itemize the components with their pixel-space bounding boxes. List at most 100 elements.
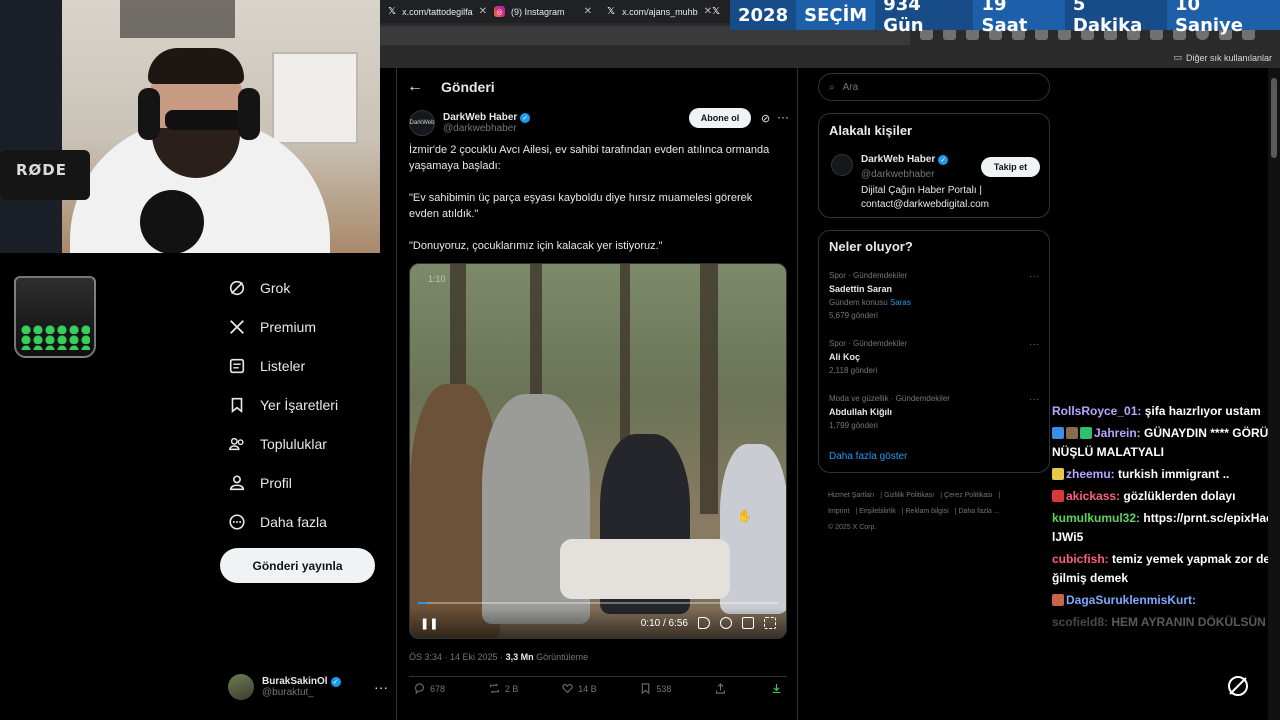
author-name[interactable]: DarkWeb Haber bbox=[443, 112, 517, 123]
headphone-right bbox=[238, 88, 260, 140]
chat-username[interactable]: zheemu: bbox=[1066, 467, 1115, 481]
avatar[interactable] bbox=[831, 154, 853, 176]
post-text: İzmir'de 2 çocuklu Avcı Ailesi, ev sahib… bbox=[409, 142, 784, 270]
chat-message: kumulkumul32: https://prnt.sc/epixHaelJW… bbox=[1052, 509, 1274, 547]
main-column: ← Gönderi DarkWeb DarkWeb Haber ✓ @darkwe… bbox=[396, 68, 798, 720]
nav-item-profile[interactable]: Profil bbox=[220, 463, 390, 502]
like-button[interactable]: 14 B bbox=[561, 682, 597, 695]
share-button[interactable] bbox=[714, 682, 727, 695]
scrollbar-thumb[interactable] bbox=[1271, 78, 1277, 158]
page-scrollbar[interactable] bbox=[1268, 68, 1280, 720]
mouse-cursor-icon: ✋ bbox=[737, 509, 752, 523]
settings-gear-icon[interactable] bbox=[720, 617, 732, 629]
countdown-days: 934 Gün bbox=[875, 0, 974, 36]
subscribe-button[interactable]: Abone ol bbox=[689, 108, 751, 128]
search-placeholder: Ara bbox=[842, 81, 859, 93]
browser-tab[interactable]: 𝕏 x.com/tattodegilfa ✕ bbox=[382, 2, 487, 21]
account-name: BurakSakinOl bbox=[262, 676, 328, 687]
chat-username[interactable]: Jahrein: bbox=[1094, 426, 1141, 440]
view-label: Görüntüleme bbox=[536, 652, 589, 662]
nav-item-lists[interactable]: Listeler bbox=[220, 346, 390, 385]
streamer-hair bbox=[148, 48, 244, 84]
footer-link[interactable]: Gizlilik Politikası bbox=[884, 492, 934, 499]
search-input[interactable]: ⌕ Ara bbox=[818, 73, 1050, 101]
video-progress-bar[interactable] bbox=[418, 602, 778, 604]
chat-username[interactable]: cubicfish: bbox=[1052, 552, 1109, 566]
nav-item-grok[interactable]: Grok bbox=[220, 268, 390, 307]
relevant-name[interactable]: DarkWeb Haber bbox=[861, 154, 935, 165]
post-button[interactable]: Gönderi yayınla bbox=[220, 548, 375, 583]
chat-message: zheemu: turkish immigrant .. bbox=[1052, 465, 1274, 484]
author-avatar[interactable]: DarkWeb bbox=[409, 110, 435, 136]
close-icon[interactable]: ✕ bbox=[584, 6, 592, 17]
trend-item[interactable]: Moda ve güzellik · Gündemdekiler Abdulla… bbox=[829, 394, 1039, 430]
browser-tab[interactable]: 𝕏 bbox=[706, 2, 726, 21]
video-duration-badge: 1:10 bbox=[428, 274, 446, 284]
repost-button[interactable]: 2 B bbox=[488, 682, 518, 695]
follow-button[interactable]: Takip et bbox=[981, 157, 1040, 177]
chat-message: akickass: gözlüklerden dolayı bbox=[1052, 487, 1274, 506]
more-icon[interactable]: ··· bbox=[1029, 339, 1039, 350]
sunglasses bbox=[165, 110, 243, 130]
more-icon[interactable]: ··· bbox=[1029, 394, 1039, 405]
account-switcher[interactable]: BurakSakinOl ✓ @buraktut_ ··· bbox=[228, 672, 388, 702]
nav-item-communities[interactable]: Topluluklar bbox=[220, 424, 390, 463]
trend-item[interactable]: Spor · Gündemdekiler Sadettin Saran Günd… bbox=[829, 271, 1039, 320]
chat-badge-icon bbox=[1080, 427, 1092, 439]
bookmark-icon bbox=[642, 683, 650, 695]
footer-link[interactable]: Çerez Politikası bbox=[944, 492, 993, 499]
whiteboard bbox=[272, 52, 358, 144]
browser-tab[interactable]: 𝕏 x.com/ajans_muhb ✕ bbox=[600, 2, 718, 21]
video-controls: ❚❚ 0:10 / 6:56 bbox=[410, 608, 786, 638]
volume-icon[interactable] bbox=[698, 617, 710, 629]
footer-link[interactable]: Daha fazla ... bbox=[958, 508, 999, 515]
chat-username[interactable]: scofield8: bbox=[1052, 615, 1108, 629]
x-icon: 𝕏 bbox=[712, 6, 721, 17]
more-icon[interactable]: ··· bbox=[777, 110, 789, 124]
chat-username[interactable]: kumulkumul32: bbox=[1052, 511, 1140, 525]
browser-tab[interactable]: ◎ (9) Instagram ✕ bbox=[488, 2, 598, 21]
chat-badge-icon bbox=[1052, 427, 1064, 439]
footer-link[interactable]: Hizmet Şartları bbox=[828, 492, 874, 499]
chat-username[interactable]: akickass: bbox=[1066, 489, 1120, 503]
nav-item-more[interactable]: Daha fazla bbox=[220, 502, 390, 541]
wall-frames bbox=[120, 0, 235, 38]
relevant-handle[interactable]: @darkwebhaber bbox=[861, 169, 935, 180]
relevant-people-title: Alakalı kişiler bbox=[829, 123, 913, 138]
footer-link[interactable]: Reklam bilgisi bbox=[906, 508, 949, 515]
chat-badge-icon bbox=[1052, 594, 1064, 606]
video-time: 0:10 / 6:56 bbox=[640, 617, 688, 629]
post-timestamp[interactable]: ÖS 3:34 · 14 Eki 2025 · bbox=[409, 652, 503, 662]
grok-icon[interactable]: ⊘ bbox=[761, 112, 770, 125]
footer-link[interactable]: Erişilebilirlik bbox=[859, 508, 896, 515]
show-more-link[interactable]: Daha fazla göster bbox=[829, 451, 907, 462]
post-author: DarkWeb DarkWeb Haber ✓ @darkwebhaber Abo… bbox=[409, 108, 789, 138]
reply-button[interactable]: 678 bbox=[413, 682, 445, 695]
author-handle[interactable]: @darkwebhaber bbox=[443, 123, 530, 134]
chat-username[interactable]: DagaSuruklenmisKurt: bbox=[1066, 593, 1196, 607]
more-icon[interactable]: ··· bbox=[374, 679, 388, 695]
chat-message: RollsRoyce_01: şifa haızrlıyor ustam bbox=[1052, 402, 1274, 421]
back-arrow-icon[interactable]: ← bbox=[407, 78, 423, 96]
avatar bbox=[228, 674, 254, 700]
chat-username[interactable]: RollsRoyce_01: bbox=[1052, 404, 1141, 418]
more-icon[interactable]: ··· bbox=[1029, 271, 1039, 282]
video-mattress bbox=[560, 539, 730, 599]
bookmarks-folder[interactable]: ▭ Diğer sık kullanılanlar bbox=[1173, 52, 1272, 63]
nav-item-premium[interactable]: Premium bbox=[220, 307, 390, 346]
bookmark-button[interactable]: 538 bbox=[639, 682, 671, 695]
reply-icon bbox=[415, 683, 424, 695]
footer-link[interactable]: Imprint bbox=[828, 508, 849, 515]
video-player[interactable]: 1:10 ❚❚ 0:10 / 6:56 ✋ bbox=[409, 263, 787, 639]
fullscreen-icon[interactable] bbox=[764, 617, 776, 629]
trend-item[interactable]: Spor · Gündemdekiler Ali Koç 2,118 gönde… bbox=[829, 339, 1039, 375]
picture-in-picture-icon[interactable] bbox=[742, 617, 754, 629]
share-icon bbox=[716, 683, 726, 694]
pause-icon[interactable]: ❚❚ bbox=[420, 617, 438, 630]
grok-icon[interactable] bbox=[1224, 672, 1252, 700]
video-child bbox=[720, 444, 786, 614]
download-button[interactable] bbox=[770, 682, 783, 695]
close-icon[interactable]: ✕ bbox=[479, 6, 487, 17]
nav-item-bookmarks[interactable]: Yer İşaretleri bbox=[220, 385, 390, 424]
microphone-brand-plate: RØDE bbox=[0, 150, 90, 200]
